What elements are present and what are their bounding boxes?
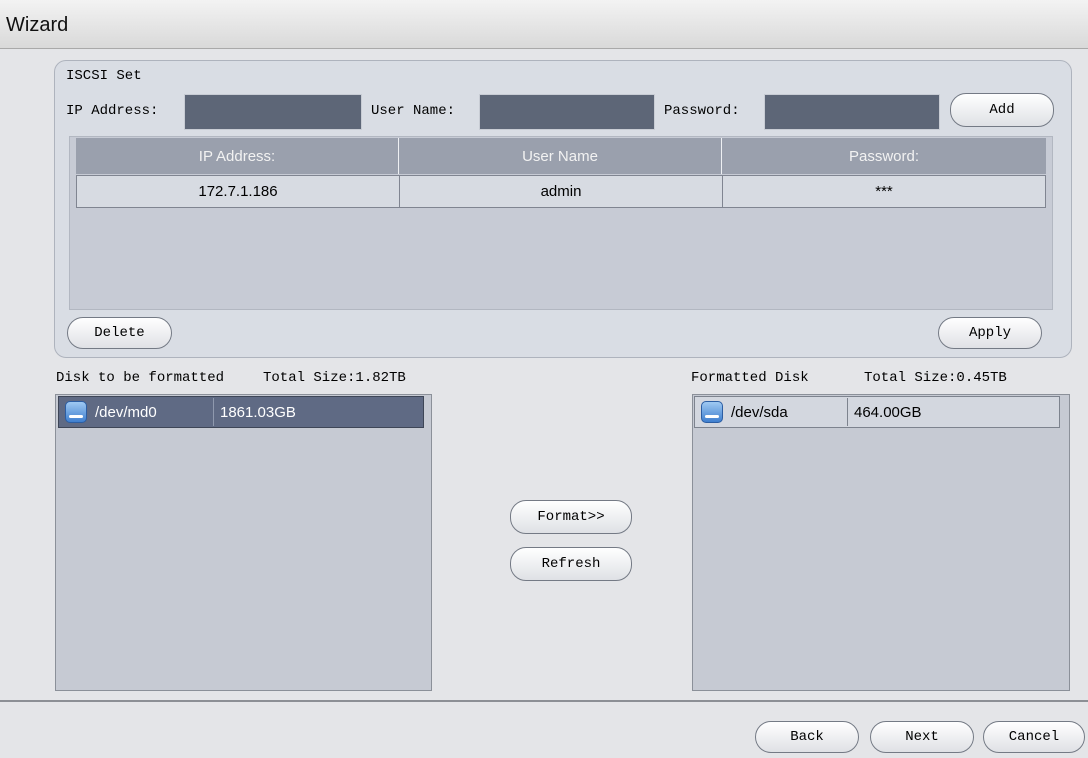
column-header-user: User Name: [399, 138, 722, 174]
table-cell-user[interactable]: admin: [399, 175, 723, 208]
password-label: Password:: [664, 103, 740, 119]
formatted-disk-label: Formatted Disk: [691, 370, 809, 386]
column-header-password: Password:: [722, 138, 1046, 174]
next-button[interactable]: Next: [870, 721, 974, 753]
user-name-input[interactable]: [479, 94, 655, 130]
left-total-size: Total Size:1.82TB: [263, 370, 406, 386]
delete-button[interactable]: Delete: [67, 317, 172, 349]
disk-name: /dev/sda: [731, 403, 788, 421]
window-title: Wizard: [6, 14, 69, 36]
ip-address-label: IP Address:: [66, 103, 159, 119]
password-input[interactable]: [764, 94, 940, 130]
formatted-disk-list[interactable]: [692, 394, 1070, 691]
ip-address-input[interactable]: [184, 94, 362, 130]
list-item[interactable]: /dev/sda 464.00GB: [694, 396, 1060, 428]
disk-to-format-list[interactable]: [55, 394, 432, 691]
column-header-ip: IP Address:: [76, 138, 399, 174]
format-button[interactable]: Format>>: [510, 500, 632, 534]
apply-button[interactable]: Apply: [938, 317, 1042, 349]
disk-size: 464.00GB: [854, 403, 922, 421]
back-button[interactable]: Back: [755, 721, 859, 753]
add-button[interactable]: Add: [950, 93, 1054, 127]
disk-size: 1861.03GB: [220, 403, 296, 421]
list-item[interactable]: /dev/md0 1861.03GB: [58, 396, 424, 428]
hard-disk-icon: [59, 401, 93, 423]
hard-disk-icon: [695, 401, 729, 423]
refresh-button[interactable]: Refresh: [510, 547, 632, 581]
table-cell-ip[interactable]: 172.7.1.186: [76, 175, 400, 208]
right-total-size: Total Size:0.45TB: [864, 370, 1007, 386]
footer-separator: [0, 700, 1088, 702]
table-cell-password[interactable]: ***: [722, 175, 1046, 208]
iscsi-group-label: ISCSI Set: [66, 68, 142, 84]
cancel-button[interactable]: Cancel: [983, 721, 1085, 753]
title-bar: Wizard: [0, 0, 1088, 49]
disk-name: /dev/md0: [95, 403, 157, 421]
disk-to-format-label: Disk to be formatted: [56, 370, 225, 386]
user-name-label: User Name:: [371, 103, 456, 119]
